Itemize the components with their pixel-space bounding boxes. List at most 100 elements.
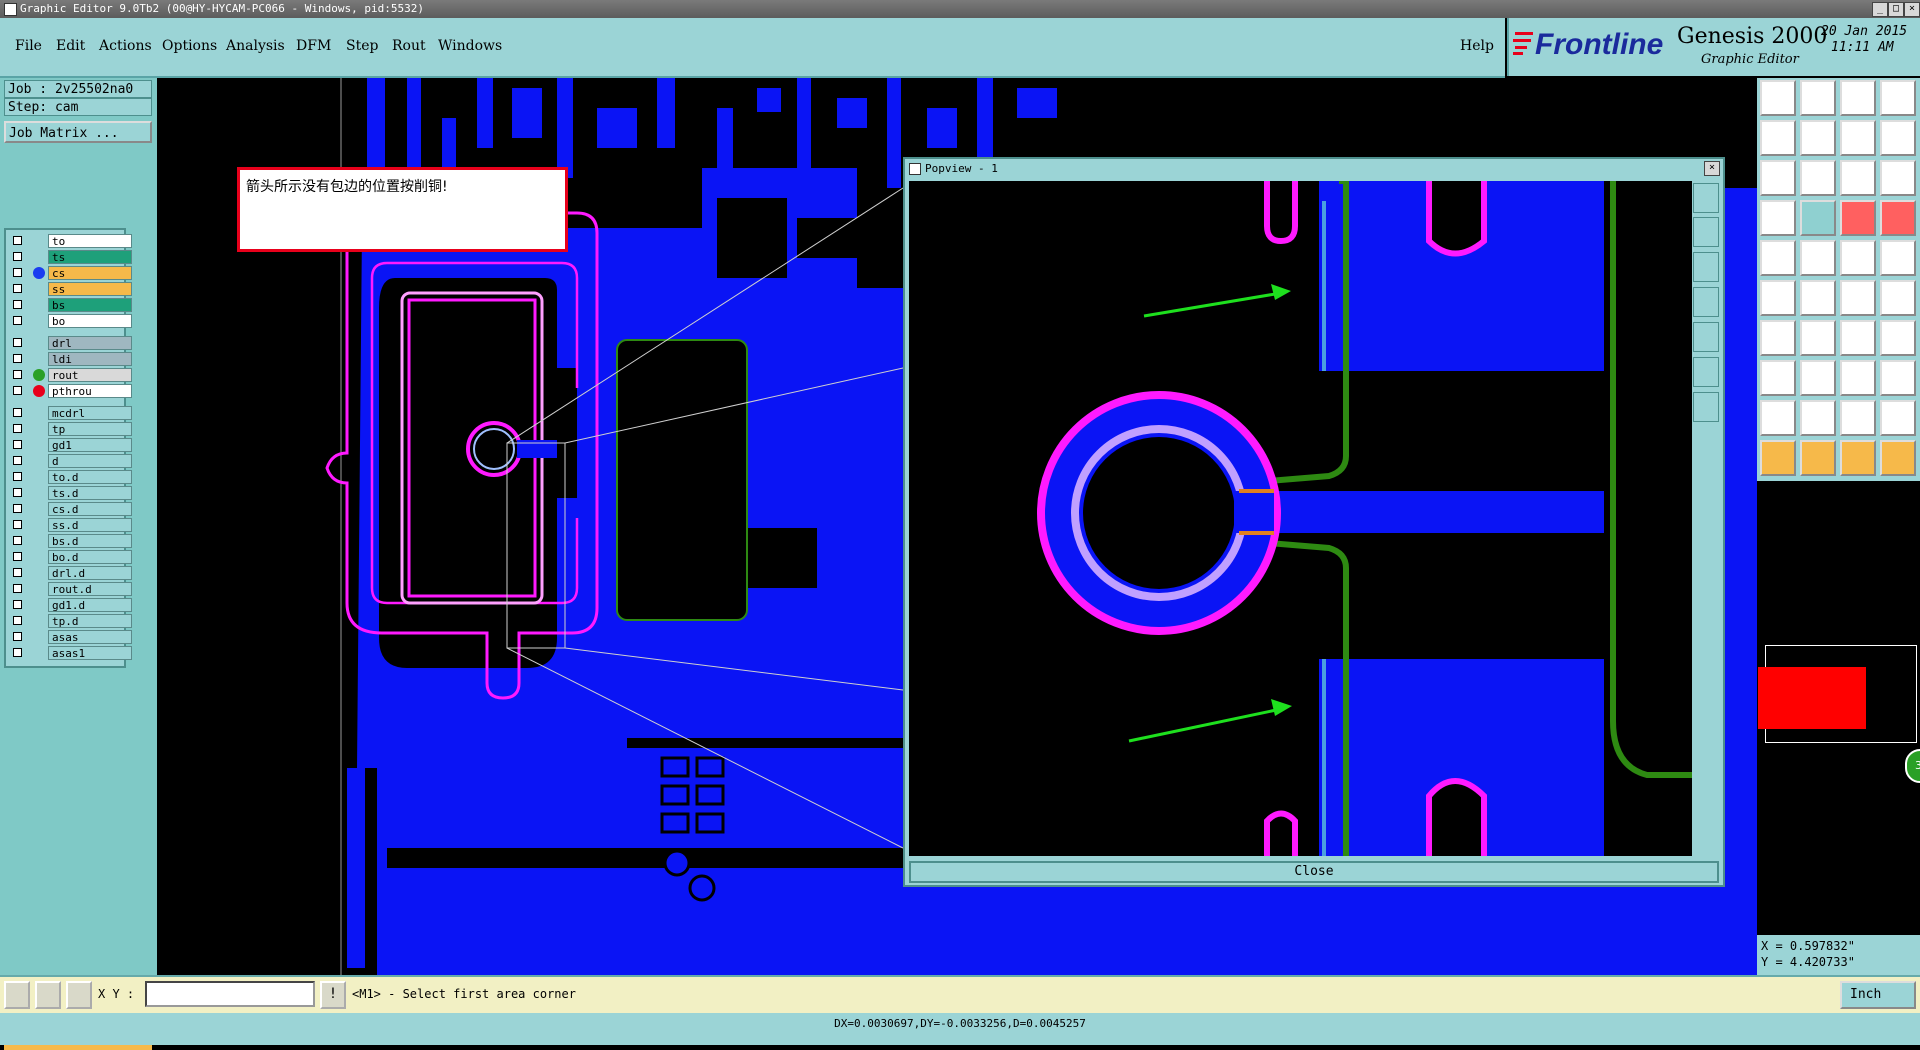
tool-add-pad-icon[interactable] — [1760, 360, 1796, 396]
tool-split-icon[interactable] — [1840, 120, 1876, 156]
layer-row-ss.d[interactable]: ss.d — [10, 518, 132, 532]
layer-checkbox[interactable] — [13, 552, 22, 561]
layer-checkbox[interactable] — [13, 488, 22, 497]
maximize-button[interactable]: □ — [1888, 2, 1904, 17]
tool-surface-icon[interactable] — [1800, 400, 1836, 436]
menu-actions[interactable]: Actions — [99, 38, 152, 54]
layer-checkbox[interactable] — [13, 472, 22, 481]
layer-checkbox[interactable] — [13, 584, 22, 593]
layer-row-asas[interactable]: asas — [10, 630, 132, 644]
tool-merge-icon[interactable] — [1880, 360, 1916, 396]
close-window-button[interactable]: × — [1904, 2, 1920, 17]
layer-checkbox[interactable] — [13, 648, 22, 657]
info-icon[interactable]: ! — [320, 981, 346, 1009]
tool-resize-icon[interactable] — [1840, 360, 1876, 396]
layer-checkbox[interactable] — [13, 424, 22, 433]
layer-checkbox[interactable] — [13, 568, 22, 577]
tool-grid-icon[interactable] — [1800, 200, 1836, 236]
layer-checkbox[interactable] — [13, 316, 22, 325]
tool-draw-line-icon[interactable] — [1760, 320, 1796, 356]
tool-mirror-icon[interactable] — [1880, 320, 1916, 356]
grid-tool-icon[interactable] — [66, 981, 92, 1009]
layer-checkbox[interactable] — [13, 520, 22, 529]
tool-save-icon[interactable] — [1800, 80, 1836, 116]
popview-tool-3-icon[interactable] — [1693, 252, 1719, 282]
layer-checkbox[interactable] — [13, 386, 22, 395]
layer-row-ts[interactable]: ts — [10, 250, 132, 264]
tool-select-net-icon[interactable] — [1840, 440, 1876, 476]
tool-open-icon[interactable] — [1760, 80, 1796, 116]
layer-checkbox[interactable] — [13, 616, 22, 625]
layer-row-tp[interactable]: tp — [10, 422, 132, 436]
tool-zoom-area-icon[interactable] — [1800, 160, 1836, 196]
tool-home-icon[interactable] — [1840, 80, 1876, 116]
tool-contour-icon[interactable] — [1880, 400, 1916, 436]
tool-delete-icon[interactable] — [1800, 280, 1836, 316]
layer-row-gd1.d[interactable]: gd1.d — [10, 598, 132, 612]
layer-checkbox[interactable] — [13, 370, 22, 379]
tool-circle-icon[interactable] — [1880, 240, 1916, 276]
tool-step-right-icon[interactable] — [1800, 120, 1836, 156]
tool-scale-icon[interactable] — [1840, 160, 1876, 196]
layer-row-ts.d[interactable]: ts.d — [10, 486, 132, 500]
layer-checkbox[interactable] — [13, 236, 22, 245]
layer-checkbox[interactable] — [13, 338, 22, 347]
tool-select-icon[interactable] — [1760, 440, 1796, 476]
layer-row-tp.d[interactable]: tp.d — [10, 614, 132, 628]
tool-ruler-icon[interactable] — [1840, 240, 1876, 276]
layer-row-cs.d[interactable]: cs.d — [10, 502, 132, 516]
tool-line-icon[interactable] — [1800, 240, 1836, 276]
layer-checkbox[interactable] — [13, 268, 22, 277]
xy-input[interactable] — [145, 981, 315, 1007]
minimize-button[interactable]: _ — [1872, 2, 1888, 17]
popview-tool-7-icon[interactable] — [1693, 392, 1719, 422]
tool-measure-icon[interactable] — [1840, 200, 1876, 236]
popview-tool-6-icon[interactable] — [1693, 357, 1719, 387]
layer-checkbox[interactable] — [13, 456, 22, 465]
layer-row-bs.d[interactable]: bs.d — [10, 534, 132, 548]
tool-rotate-icon[interactable] — [1840, 320, 1876, 356]
menu-rout[interactable]: Rout — [392, 38, 426, 54]
tool-snap-icon[interactable] — [1760, 200, 1796, 236]
job-matrix-button[interactable]: Job Matrix ... — [4, 121, 152, 143]
popview-close-button[interactable]: Close — [909, 861, 1719, 883]
layer-checkbox[interactable] — [13, 440, 22, 449]
layer-row-gd1[interactable]: gd1 — [10, 438, 132, 452]
layer-row-d[interactable]: d — [10, 454, 132, 468]
tool-step-left-icon[interactable] — [1760, 120, 1796, 156]
layer-row-rout[interactable]: rout — [10, 368, 132, 382]
layer-row-ldi[interactable]: ldi — [10, 352, 132, 366]
layer-row-cs[interactable]: cs — [10, 266, 132, 280]
tool-help-icon[interactable] — [1880, 160, 1916, 196]
tool-fill-icon[interactable] — [1840, 400, 1876, 436]
popview-tool-4-icon[interactable] — [1693, 287, 1719, 317]
popview-tool-2-icon[interactable] — [1693, 217, 1719, 247]
tool-align-icon[interactable] — [1880, 120, 1916, 156]
layer-row-bo.d[interactable]: bo.d — [10, 550, 132, 564]
menu-step[interactable]: Step — [346, 38, 378, 54]
layer-row-to.d[interactable]: to.d — [10, 470, 132, 484]
layer-checkbox[interactable] — [13, 504, 22, 513]
tool-layout-icon[interactable] — [1880, 80, 1916, 116]
layer-row-mcdrl[interactable]: mcdrl — [10, 406, 132, 420]
overview-badge[interactable]: 39 — [1905, 749, 1920, 783]
tool-polygon-icon[interactable] — [1760, 400, 1796, 436]
layer-checkbox[interactable] — [13, 600, 22, 609]
tool-draw-arc-icon[interactable] — [1800, 320, 1836, 356]
popview-viewport[interactable] — [909, 181, 1692, 856]
layer-checkbox[interactable] — [13, 536, 22, 545]
popview-tool-5-icon[interactable] — [1693, 322, 1719, 352]
layer-row-drl[interactable]: drl — [10, 336, 132, 350]
menu-dfm[interactable]: DFM — [296, 38, 331, 54]
layer-row-rout.d[interactable]: rout.d — [10, 582, 132, 596]
menu-analysis[interactable]: Analysis — [226, 38, 285, 54]
tool-pad-icon[interactable] — [1760, 240, 1796, 276]
menu-edit[interactable]: Edit — [56, 38, 85, 54]
layer-checkbox[interactable] — [13, 252, 22, 261]
tool-zoom-fit-icon[interactable] — [1760, 160, 1796, 196]
tool-move-icon[interactable] — [1840, 280, 1876, 316]
layer-checkbox[interactable] — [13, 300, 22, 309]
layer-row-ss[interactable]: ss — [10, 282, 132, 296]
units-selector[interactable]: Inch — [1840, 981, 1916, 1009]
layer-row-bo[interactable]: bo — [10, 314, 132, 328]
